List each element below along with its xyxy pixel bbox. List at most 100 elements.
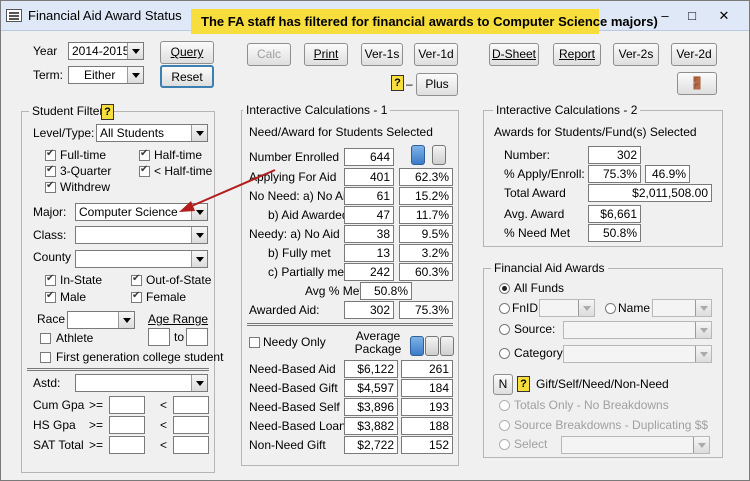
print-button[interactable]: Print: [304, 43, 348, 66]
age-to-input[interactable]: [186, 328, 208, 346]
firstgen-checkbox[interactable]: [40, 352, 51, 363]
chevron-down-icon[interactable]: [693, 437, 709, 453]
astd-select[interactable]: [75, 374, 208, 392]
ver1d-button[interactable]: Ver-1d: [414, 43, 458, 66]
outofstate-checkbox[interactable]: [131, 273, 142, 286]
chevron-down-icon[interactable]: [695, 300, 711, 316]
firstgen-label: First generation college student: [56, 350, 224, 364]
n-button[interactable]: N: [493, 374, 513, 395]
help-icon[interactable]: ?: [391, 75, 404, 91]
threequarter-checkbox[interactable]: [45, 164, 56, 177]
sat-min-input[interactable]: [109, 436, 145, 454]
toggle-gray-icon[interactable]: [432, 145, 446, 165]
maximize-icon[interactable]: □: [681, 7, 703, 25]
toggle-blue-icon[interactable]: [410, 336, 424, 356]
ver1s-label: Ver-1s: [364, 47, 400, 61]
chevron-down-icon[interactable]: [578, 300, 594, 316]
hsgpa-lt: <: [160, 418, 168, 432]
halftime-checkbox[interactable]: [139, 148, 150, 161]
apply-label: % Apply/Enroll:: [504, 167, 585, 181]
chevron-down-icon[interactable]: [695, 346, 711, 362]
sat-max-input[interactable]: [173, 436, 209, 454]
male-checkbox[interactable]: [45, 290, 56, 303]
chevron-down-icon[interactable]: [191, 251, 207, 267]
needy-only-checkbox[interactable]: [249, 337, 260, 348]
row-pct: 15.2%: [399, 187, 453, 205]
awards-title: Financial Aid Awards: [491, 261, 608, 275]
ver1s-button[interactable]: Ver-1s: [361, 43, 403, 66]
hsgpa-min-input[interactable]: [109, 416, 145, 434]
pkg-count: 152: [401, 436, 453, 454]
cumgpa-min-input[interactable]: [109, 396, 145, 414]
calc-button[interactable]: Calc: [247, 43, 291, 66]
avg-pkg-label: Average Package: [354, 329, 402, 356]
source-select[interactable]: [563, 321, 712, 339]
outofstate-label: Out-of-State: [146, 273, 212, 287]
major-value: Computer Science: [79, 205, 178, 219]
select-dropdown[interactable]: [561, 436, 710, 454]
fnid-select[interactable]: [539, 299, 595, 317]
row-value: 38: [344, 225, 394, 243]
close-icon[interactable]: ✕: [713, 7, 735, 25]
report-button[interactable]: Report: [553, 43, 601, 66]
avg-award-value: $6,661: [588, 205, 641, 223]
year-value: 2014-2015: [72, 44, 130, 58]
chevron-down-icon[interactable]: [127, 67, 143, 83]
instate-checkbox[interactable]: [45, 273, 56, 286]
cumgpa-max-input[interactable]: [173, 396, 209, 414]
county-select[interactable]: [75, 250, 208, 268]
dsheet-button[interactable]: D-Sheet: [489, 43, 539, 66]
chevron-down-icon[interactable]: [695, 322, 711, 338]
allfunds-radio[interactable]: [499, 283, 510, 294]
race-select[interactable]: [67, 311, 135, 329]
lthalftime-checkbox[interactable]: [139, 164, 150, 177]
query-button[interactable]: Query: [160, 41, 214, 64]
hsgpa-max-input[interactable]: [173, 416, 209, 434]
plus-button[interactable]: Plus: [416, 73, 458, 96]
row-label: b) Fully met: [268, 246, 331, 260]
reset-button[interactable]: Reset: [160, 65, 214, 88]
toggle-gray-icon[interactable]: [425, 336, 439, 356]
awards-help-icon[interactable]: ?: [517, 376, 530, 392]
term-select[interactable]: Either: [68, 66, 144, 84]
awarded-label: Awarded Aid:: [249, 303, 320, 317]
fulltime-checkbox[interactable]: [45, 148, 56, 161]
toggle-blue-icon[interactable]: [411, 145, 425, 165]
name-select[interactable]: [652, 299, 712, 317]
ver2s-button[interactable]: Ver-2s: [613, 43, 659, 66]
app-window: Financial Aid Award Status – □ ✕ The FA …: [0, 0, 750, 481]
athlete-checkbox[interactable]: [40, 333, 51, 344]
level-select[interactable]: All Students: [96, 124, 208, 142]
chevron-down-icon[interactable]: [191, 375, 207, 391]
male-label: Male: [60, 290, 87, 304]
sat-label: SAT Total: [33, 438, 84, 452]
hsgpa-gte: >=: [89, 418, 104, 432]
select-radio[interactable]: [499, 439, 510, 450]
pkg-label: Need-Based Gift: [249, 381, 338, 395]
chevron-down-icon[interactable]: [118, 312, 134, 328]
totals-only-radio[interactable]: [499, 400, 510, 411]
fnid-radio[interactable]: [499, 303, 510, 314]
calc1-title: Interactive Calculations - 1: [243, 103, 391, 117]
chevron-down-icon[interactable]: [191, 227, 207, 243]
toggle-gray-icon[interactable]: [440, 336, 454, 356]
source-radio[interactable]: [499, 324, 510, 335]
pkg-label: Non-Need Gift: [249, 438, 326, 452]
need-met-value: 50.8%: [588, 224, 641, 242]
category-select[interactable]: [563, 345, 712, 363]
withdrew-checkbox[interactable]: [45, 180, 56, 193]
chevron-down-icon[interactable]: [191, 125, 207, 141]
age-from-input[interactable]: [148, 328, 170, 346]
category-radio[interactable]: [499, 348, 510, 359]
class-select[interactable]: [75, 226, 208, 244]
ver2d-button[interactable]: Ver-2d: [671, 43, 717, 66]
name-radio[interactable]: [605, 303, 616, 314]
pkg-amount: $3,882: [344, 417, 398, 435]
filter-help-icon[interactable]: ?: [101, 104, 114, 120]
dsheet-label: D-Sheet: [491, 47, 537, 61]
exit-door-icon[interactable]: 🚪: [677, 72, 717, 95]
year-select[interactable]: 2014-2015: [68, 42, 144, 60]
chevron-down-icon[interactable]: [127, 43, 143, 59]
source-breakdowns-radio[interactable]: [499, 420, 510, 431]
female-checkbox[interactable]: [131, 290, 142, 303]
